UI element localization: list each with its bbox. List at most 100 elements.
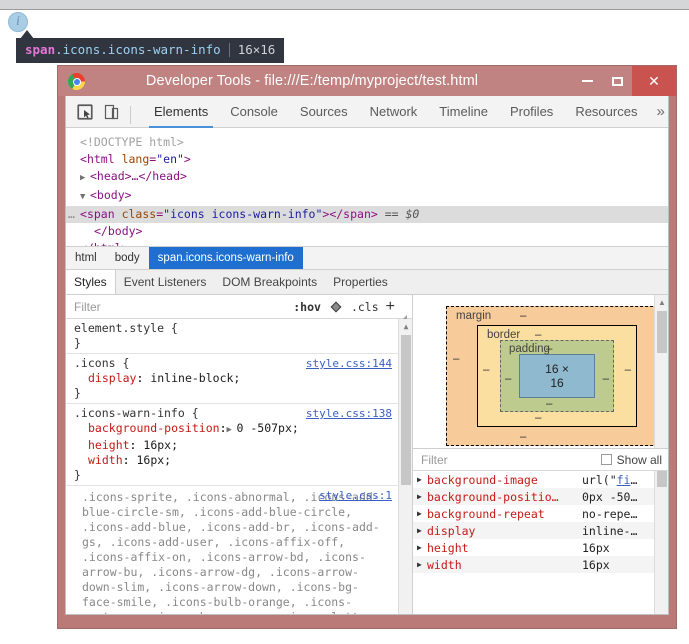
style-rule-sprite-group[interactable]: style.css:1 .icons-sprite, .icons-abnorm… bbox=[66, 486, 412, 615]
devtools-tabs: Elements Console Sources Network Timelin… bbox=[143, 96, 669, 127]
expand-triangle-icon[interactable]: ▶ bbox=[417, 560, 427, 569]
box-model-diagram: margin – – – – border – – – bbox=[446, 306, 668, 446]
dom-line-span-selected[interactable]: …<span class="icons icons-warn-info"></s… bbox=[66, 206, 668, 223]
border-right-value[interactable]: – bbox=[625, 364, 631, 376]
scroll-up-arrow-icon[interactable]: ▲ bbox=[657, 296, 667, 308]
expand-triangle-icon[interactable]: ▶ bbox=[417, 509, 427, 518]
rule-source-link[interactable]: style.css:138 bbox=[306, 406, 392, 421]
tooltip-dimensions: 16×16 bbox=[238, 42, 276, 58]
sidebar-subtabs: Styles Event Listeners DOM Breakpoints P… bbox=[66, 270, 668, 295]
styles-rules-list[interactable]: element.style { } .icons { style.css:144… bbox=[66, 319, 412, 615]
computed-row-height[interactable]: ▶ height 16px bbox=[413, 539, 668, 556]
rule-selector: element.style { bbox=[74, 321, 412, 336]
dom-line-html[interactable]: <html lang="en"> bbox=[66, 151, 668, 168]
tooltip-tag-name: span bbox=[25, 42, 55, 58]
box-model-content[interactable]: 16 × 16 bbox=[519, 354, 595, 398]
box-model-scrollbar[interactable]: ▲ bbox=[654, 295, 668, 448]
padding-bottom-value[interactable]: – bbox=[546, 398, 552, 410]
padding-left-value[interactable]: – bbox=[505, 373, 511, 385]
breadcrumb-item-span[interactable]: span.icons.icons-warn-info bbox=[149, 247, 303, 269]
device-toolbar-icon[interactable] bbox=[100, 101, 122, 123]
declaration-background-position[interactable]: background-position:▶0 -507px; bbox=[74, 421, 412, 438]
tab-resources[interactable]: Resources bbox=[564, 96, 648, 127]
computed-row-background-position[interactable]: ▶ background-positio… 0px -50… bbox=[413, 488, 668, 505]
scroll-down-arrow-icon[interactable]: ▼ bbox=[657, 611, 667, 615]
rule-source-link[interactable]: style.css:1 bbox=[319, 488, 392, 503]
tab-timeline[interactable]: Timeline bbox=[428, 96, 499, 127]
expand-shorthand-icon[interactable]: ▶ bbox=[227, 423, 237, 438]
close-button[interactable]: ✕ bbox=[632, 66, 676, 96]
toolbar-icon-group bbox=[66, 96, 143, 127]
computed-row-width[interactable]: ▶ width 16px bbox=[413, 556, 668, 573]
element-classes-button[interactable]: .cls bbox=[346, 300, 384, 314]
rule-close-brace: } bbox=[74, 336, 412, 351]
margin-left-value[interactable]: – bbox=[453, 353, 459, 365]
expand-triangle-icon[interactable]: ▶ bbox=[417, 492, 427, 501]
tab-console[interactable]: Console bbox=[219, 96, 289, 127]
resize-grip-icon[interactable] bbox=[400, 309, 408, 317]
border-bottom-value[interactable]: – bbox=[535, 412, 541, 424]
style-rule-icons[interactable]: .icons { style.css:144 display: inline-b… bbox=[66, 354, 412, 404]
dom-line-body-open[interactable]: ▼<body> bbox=[66, 187, 668, 206]
styles-filter-input[interactable]: Filter bbox=[74, 300, 288, 314]
style-rule-element-style[interactable]: element.style { } bbox=[66, 319, 412, 354]
breadcrumb-item-html[interactable]: html bbox=[66, 247, 106, 269]
margin-top-value[interactable]: – bbox=[520, 310, 526, 322]
subtab-properties[interactable]: Properties bbox=[325, 270, 396, 294]
more-tabs-icon[interactable]: » bbox=[648, 96, 669, 127]
declaration-display[interactable]: display: inline-block; bbox=[74, 371, 412, 386]
padding-top-value[interactable]: – bbox=[546, 343, 552, 355]
minimize-button[interactable] bbox=[572, 66, 602, 96]
computed-row-display[interactable]: ▶ display inline-… bbox=[413, 522, 668, 539]
tab-network[interactable]: Network bbox=[359, 96, 429, 127]
collapse-caret-icon[interactable]: ▼ bbox=[80, 189, 90, 206]
style-rule-icons-warn-info[interactable]: .icons-warn-info { style.css:138 backgro… bbox=[66, 404, 412, 486]
element-state-icon[interactable] bbox=[328, 299, 344, 315]
scrollbar-thumb[interactable] bbox=[657, 311, 667, 353]
expand-triangle-icon[interactable]: ▶ bbox=[417, 543, 427, 552]
computed-value-link[interactable]: fi bbox=[617, 473, 631, 487]
devtools-body: Elements Console Sources Network Timelin… bbox=[65, 96, 669, 615]
subtab-event-listeners[interactable]: Event Listeners bbox=[116, 270, 215, 294]
expand-caret-icon[interactable]: ▶ bbox=[80, 170, 90, 187]
border-left-value[interactable]: – bbox=[483, 364, 489, 376]
box-model-border[interactable]: border – – – – padding – – – bbox=[477, 325, 637, 427]
computed-property-name: background-repeat bbox=[427, 507, 582, 521]
inspect-element-icon[interactable] bbox=[74, 101, 96, 123]
declaration-width[interactable]: width: 16px; bbox=[74, 453, 412, 468]
info-icon-glyph: i bbox=[9, 13, 27, 31]
box-model-padding[interactable]: padding – – – – 16 × 16 bbox=[500, 340, 614, 412]
show-all-toggle[interactable]: Show all bbox=[601, 453, 662, 467]
expand-triangle-icon[interactable]: ▶ bbox=[417, 526, 427, 535]
force-state-button[interactable]: :hov bbox=[288, 300, 326, 314]
tab-profiles[interactable]: Profiles bbox=[499, 96, 564, 127]
computed-property-name: display bbox=[427, 524, 582, 538]
window-titlebar[interactable]: Developer Tools - file:///E:/temp/myproj… bbox=[58, 66, 676, 96]
scrollbar-thumb[interactable] bbox=[401, 335, 411, 485]
declaration-value: 16px; bbox=[143, 438, 178, 452]
scroll-down-arrow-icon[interactable]: ▼ bbox=[401, 611, 411, 615]
expand-triangle-icon[interactable]: ▶ bbox=[417, 475, 427, 484]
tab-elements[interactable]: Elements bbox=[143, 96, 219, 127]
box-model-margin[interactable]: margin – – – – border – – – bbox=[446, 306, 668, 446]
dom-line-head[interactable]: ▶<head>…</head> bbox=[66, 168, 668, 187]
margin-bottom-value[interactable]: – bbox=[520, 431, 526, 443]
computed-properties-list[interactable]: ▶ background-image url("fi… ▶ background… bbox=[413, 471, 668, 615]
show-all-checkbox[interactable] bbox=[601, 454, 612, 465]
new-style-rule-button[interactable]: + bbox=[384, 300, 399, 314]
scrollbar-thumb[interactable] bbox=[657, 471, 667, 487]
subtab-dom-breakpoints[interactable]: DOM Breakpoints bbox=[214, 270, 325, 294]
computed-scrollbar[interactable]: ▼ bbox=[654, 471, 668, 615]
styles-scrollbar[interactable]: ▲ ▼ bbox=[398, 319, 412, 615]
maximize-button[interactable] bbox=[602, 66, 632, 96]
tab-sources[interactable]: Sources bbox=[289, 96, 359, 127]
padding-right-value[interactable]: – bbox=[603, 373, 609, 385]
subtab-styles[interactable]: Styles bbox=[66, 270, 116, 294]
computed-filter-input[interactable]: Filter bbox=[421, 453, 601, 467]
rule-source-link[interactable]: style.css:144 bbox=[306, 356, 392, 371]
breadcrumb-item-body[interactable]: body bbox=[106, 247, 149, 269]
declaration-height[interactable]: height: 16px; bbox=[74, 438, 412, 453]
computed-row-background-image[interactable]: ▶ background-image url("fi… bbox=[413, 471, 668, 488]
computed-row-background-repeat[interactable]: ▶ background-repeat no-repe… bbox=[413, 505, 668, 522]
scroll-up-arrow-icon[interactable]: ▲ bbox=[401, 320, 411, 332]
